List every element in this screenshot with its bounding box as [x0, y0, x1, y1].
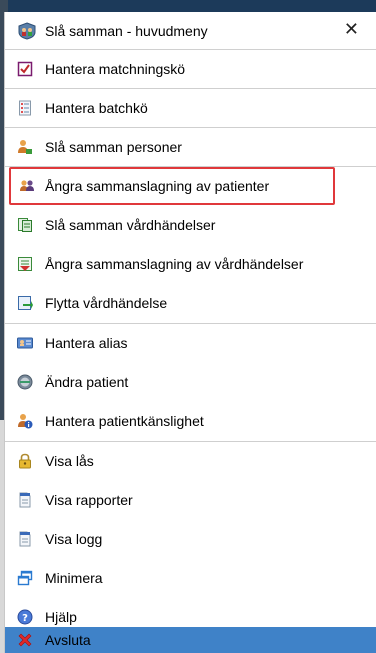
menu-item-visa-logg[interactable]: Visa logg: [5, 520, 376, 558]
menu-item-minimera[interactable]: Minimera: [5, 559, 376, 597]
menu-item-hantera-alias[interactable]: Hantera alias: [5, 324, 376, 362]
alias-card-icon: [17, 335, 33, 351]
lock-icon: [17, 453, 33, 469]
menu-item-avsluta[interactable]: Avsluta: [5, 627, 376, 653]
menu-item-andra-patient[interactable]: Ändra patient: [5, 363, 376, 401]
menu-item-hantera-matchningsko[interactable]: Hantera matchningskö: [5, 50, 376, 88]
menu-item-label: Visa rapporter: [45, 492, 133, 508]
menu-item-hantera-patientkanslighet[interactable]: Hantera patientkänslighet: [5, 402, 376, 440]
menu-item-visa-rapporter[interactable]: Visa rapporter: [5, 481, 376, 519]
background-window-bar: [0, 0, 376, 12]
app-icon: [17, 22, 37, 40]
menu-item-label: Hjälp: [45, 609, 77, 625]
menu-item-label: Ångra sammanslagning av vårdhändelser: [45, 256, 304, 272]
minimize-window-icon: [17, 570, 33, 586]
menu-header: Slå samman - huvudmeny ✕: [5, 12, 376, 50]
menu-item-label: Hantera batchkö: [45, 100, 148, 116]
move-event-icon: [17, 295, 33, 311]
menu-item-sla-samman-vardhandelser[interactable]: Slå samman vårdhändelser: [5, 206, 376, 244]
menu-item-label: Hantera patientkänslighet: [45, 413, 204, 429]
document-icon: [17, 531, 33, 547]
help-icon: ?: [17, 609, 33, 625]
svg-text:?: ?: [22, 613, 28, 624]
menu-item-hantera-batchko[interactable]: Hantera batchkö: [5, 89, 376, 127]
menu-item-label: Avsluta: [45, 632, 91, 648]
menu-item-label: Hantera matchningskö: [45, 61, 186, 77]
edit-patient-icon: [17, 374, 33, 390]
close-icon[interactable]: ✕: [344, 19, 359, 40]
checklist-icon: [17, 61, 33, 77]
menu-item-label: Hantera alias: [45, 335, 128, 351]
merge-main-menu: Slå samman - huvudmeny ✕ Hantera matchni…: [4, 12, 376, 653]
menu-item-label: Ändra patient: [45, 374, 129, 390]
document-icon: [17, 492, 33, 508]
menu-item-label: Minimera: [45, 570, 103, 586]
undo-merge-patients-icon: [19, 178, 35, 194]
menu-item-label: Visa logg: [45, 531, 103, 547]
list-icon: [17, 100, 33, 116]
menu-title: Slå samman - huvudmeny: [45, 23, 208, 39]
merge-events-icon: [17, 217, 33, 233]
menu-item-angra-sammanslagning-patienter[interactable]: Ångra sammanslagning av patienter: [9, 167, 335, 205]
exit-x-icon: [17, 632, 33, 648]
menu-item-flytta-vardhandelse[interactable]: Flytta vårdhändelse: [5, 284, 376, 322]
undo-merge-events-icon: [17, 256, 33, 272]
merge-persons-icon: [17, 139, 33, 155]
menu-item-visa-las[interactable]: Visa lås: [5, 442, 376, 480]
sensitivity-icon: [17, 413, 33, 429]
menu-item-angra-sammanslagning-vardhandelser[interactable]: Ångra sammanslagning av vårdhändelser: [5, 245, 376, 283]
menu-item-label: Flytta vårdhändelse: [45, 295, 168, 311]
menu-item-label: Ångra sammanslagning av patienter: [45, 178, 270, 194]
menu-item-label: Slå samman vårdhändelser: [45, 217, 216, 233]
menu-item-label: Visa lås: [45, 453, 94, 469]
menu-item-sla-samman-personer[interactable]: Slå samman personer: [5, 128, 376, 166]
menu-item-label: Slå samman personer: [45, 139, 182, 155]
